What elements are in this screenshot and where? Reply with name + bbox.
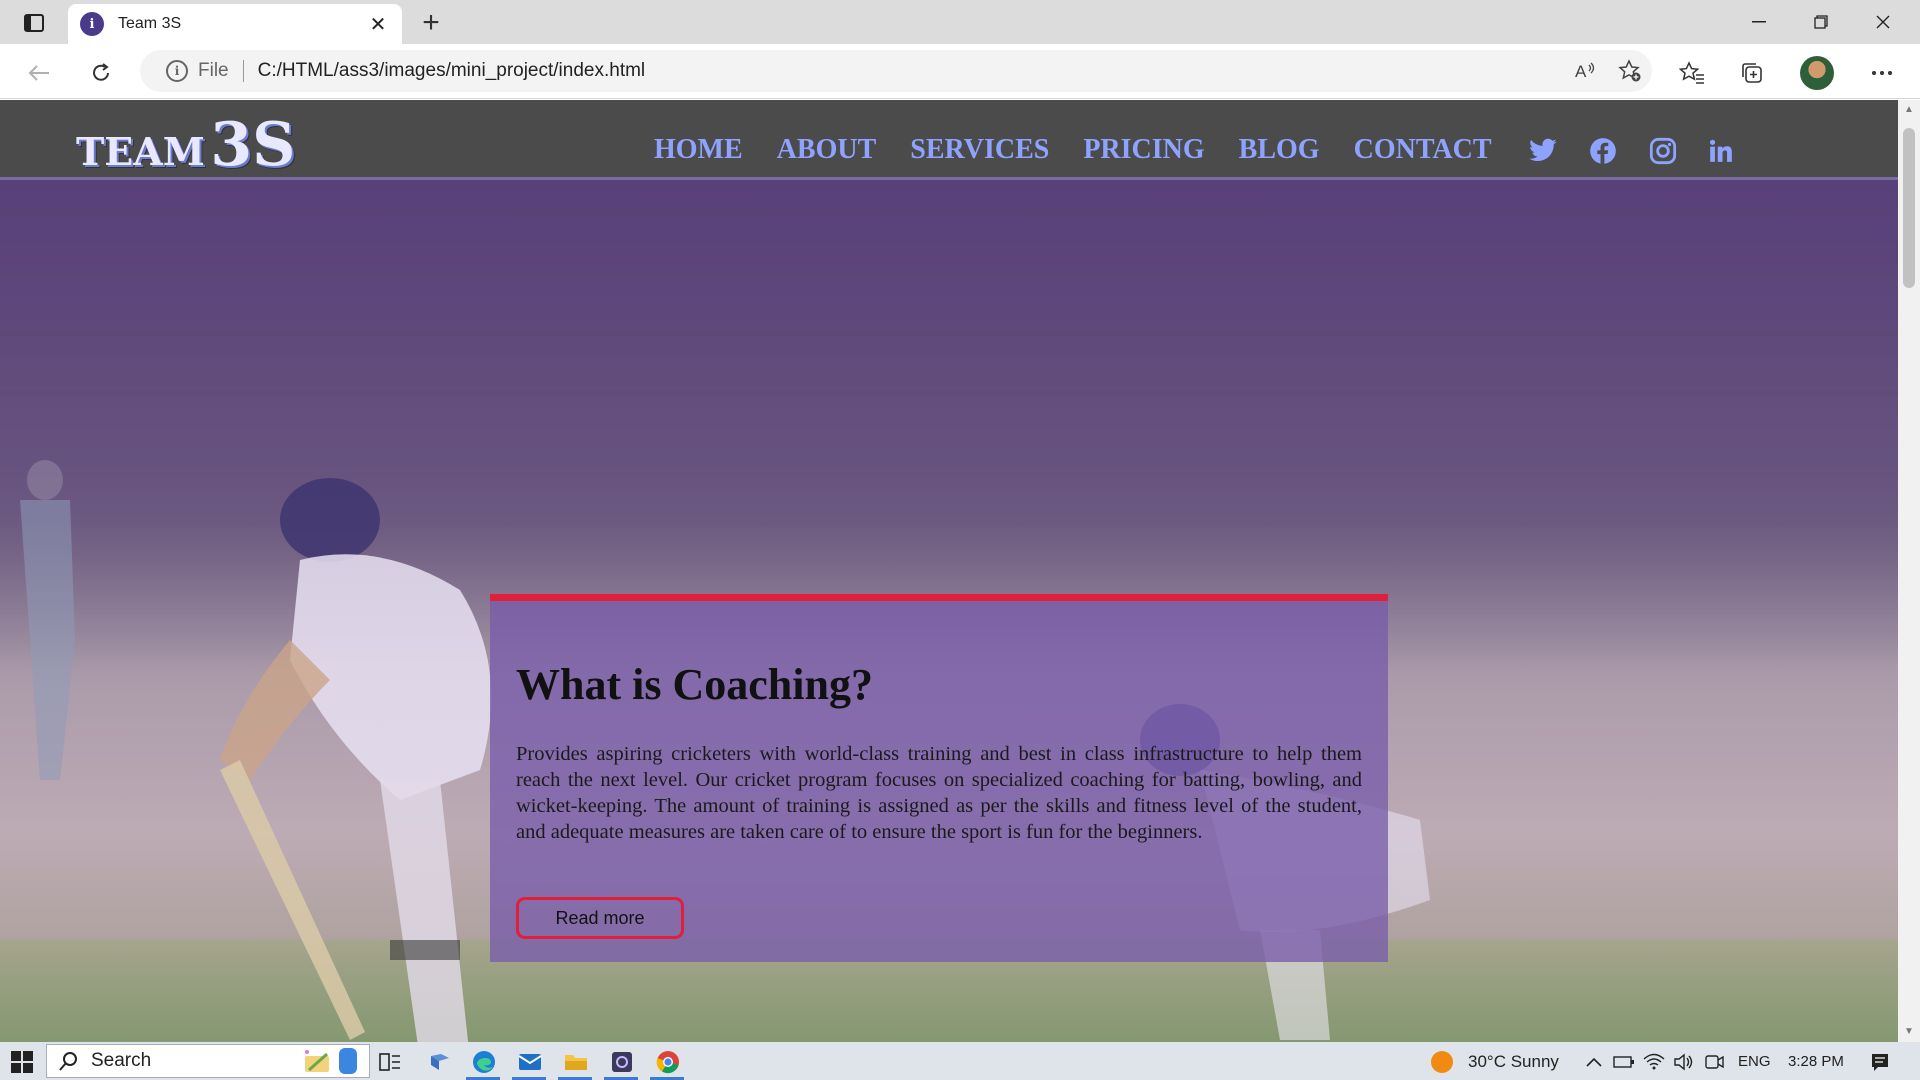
folder-icon [565, 1055, 587, 1070]
address-toolbar: i File C:/HTML/ass3/images/mini_project/… [0, 44, 1920, 99]
clock[interactable]: 3:28 PM [1788, 1053, 1844, 1070]
tab-actions-icon [24, 14, 44, 32]
weather-sun-icon[interactable] [1428, 1048, 1456, 1076]
linkedin-icon[interactable] [1704, 134, 1738, 168]
tab-title: Team 3S [118, 15, 182, 32]
notifications-icon[interactable] [1866, 1048, 1894, 1076]
search-highlight-icon [305, 1048, 357, 1074]
logo-team-text: TEAM [76, 129, 205, 174]
scroll-down-arrow-icon[interactable]: ▼ [1903, 1026, 1915, 1038]
minimize-button[interactable] [1728, 0, 1790, 44]
url-separator [242, 60, 244, 82]
read-aloud-icon[interactable]: A [1564, 50, 1608, 92]
scroll-up-arrow-icon[interactable]: ▲ [1903, 104, 1915, 116]
close-window-icon [1876, 15, 1890, 29]
nav-about-link[interactable]: ABOUT [777, 134, 877, 166]
mail-icon [518, 1054, 542, 1070]
favorites-button[interactable] [1674, 56, 1710, 90]
weather-text[interactable]: 30°C Sunny [1468, 1052, 1559, 1072]
taskbar-file-app[interactable] [426, 1048, 454, 1076]
taskbar-file-explorer[interactable] [562, 1048, 590, 1076]
nav-contact-link[interactable]: CONTACT [1354, 134, 1492, 166]
site-nav: HOME ABOUT SERVICES PRICING BLOG CONTACT [654, 134, 1526, 166]
collections-icon [1742, 63, 1762, 83]
nav-pricing-link[interactable]: PRICING [1083, 134, 1204, 166]
more-options-icon [1872, 71, 1892, 75]
nav-services-link[interactable]: SERVICES [910, 134, 1049, 166]
new-tab-button[interactable]: + [414, 6, 448, 40]
language-indicator[interactable]: ENG [1738, 1053, 1771, 1070]
refresh-button[interactable] [84, 56, 118, 90]
site-info-icon[interactable]: i [166, 60, 188, 82]
url-bar[interactable]: i File C:/HTML/ass3/images/mini_project/… [140, 50, 1652, 92]
wall-stripe [0, 390, 1898, 396]
settings-menu-button[interactable] [1864, 56, 1900, 90]
site-favicon-icon: i [80, 12, 104, 36]
taskbar-search-box[interactable]: Search [46, 1044, 370, 1078]
wall-stripe [0, 270, 1898, 276]
nav-home-link[interactable]: HOME [654, 134, 743, 166]
favorites-icon [1679, 61, 1704, 84]
site-logo[interactable]: TEAM 3S [76, 110, 295, 180]
windows-logo-icon [11, 1051, 33, 1073]
back-button[interactable] [22, 56, 56, 90]
start-button[interactable] [8, 1048, 36, 1076]
collections-button[interactable] [1734, 56, 1770, 90]
nav-blog-link[interactable]: BLOG [1239, 134, 1320, 166]
coaching-card: What is Coaching? Provides aspiring cric… [490, 594, 1388, 962]
minimize-icon [1752, 21, 1766, 23]
profile-avatar[interactable] [1800, 56, 1834, 90]
restore-icon [1814, 15, 1828, 29]
close-tab-icon[interactable]: ✕ [366, 12, 390, 37]
twitter-icon[interactable] [1526, 134, 1560, 168]
instagram-icon[interactable] [1646, 134, 1680, 168]
url-scheme-label: File [198, 60, 229, 81]
search-icon [59, 1052, 77, 1071]
snipping-tool-icon [612, 1052, 632, 1072]
card-body-text: Provides aspiring cricketers with world-… [516, 743, 1362, 843]
read-more-button[interactable]: Read more [516, 897, 684, 939]
task-view-button[interactable] [376, 1048, 404, 1076]
card-title: What is Coaching? [516, 660, 873, 709]
wifi-icon[interactable] [1640, 1048, 1668, 1076]
add-favorite-icon[interactable] [1608, 50, 1652, 92]
file-app-icon [431, 1054, 449, 1070]
facebook-icon[interactable] [1586, 134, 1620, 168]
browser-tab[interactable]: i Team 3S ✕ [68, 4, 402, 44]
logo-3s-text: 3S [210, 110, 296, 180]
task-view-icon [379, 1053, 400, 1071]
wall-stripe [0, 210, 1898, 216]
chrome-icon [656, 1051, 679, 1074]
tray-chevron-up-icon[interactable] [1580, 1048, 1608, 1076]
edge-icon [473, 1051, 495, 1073]
close-window-button[interactable] [1852, 0, 1914, 44]
scroll-thumb[interactable] [1903, 128, 1915, 288]
tab-actions-button[interactable] [14, 8, 54, 38]
fielder-figure [20, 460, 75, 780]
volume-icon[interactable] [1670, 1048, 1698, 1076]
tab-bar: i Team 3S ✕ + [0, 0, 1920, 44]
page-viewport: TEAM 3S HOME ABOUT SERVICES PRICING BLOG… [0, 100, 1898, 1042]
windows-taskbar: Search 30°C Sunny ENG 3:28 PM [0, 1042, 1920, 1080]
restore-button[interactable] [1790, 0, 1852, 44]
taskbar-mail[interactable] [516, 1048, 544, 1076]
refresh-icon [93, 63, 109, 81]
wall-stripe [0, 330, 1898, 336]
site-header: TEAM 3S HOME ABOUT SERVICES PRICING BLOG… [0, 100, 1898, 180]
page-scrollbar[interactable]: ▲ ▼ [1898, 100, 1920, 1042]
search-label: Search [91, 1050, 152, 1071]
battery-icon[interactable] [1610, 1048, 1638, 1076]
taskbar-edge[interactable] [470, 1048, 498, 1076]
back-arrow-icon [28, 65, 49, 81]
url-text[interactable]: C:/HTML/ass3/images/mini_project/index.h… [258, 60, 1564, 82]
meet-now-icon[interactable] [1700, 1048, 1728, 1076]
taskbar-snipping-tool[interactable] [608, 1048, 636, 1076]
taskbar-chrome[interactable] [654, 1048, 682, 1076]
svg-text:A: A [1575, 62, 1587, 81]
